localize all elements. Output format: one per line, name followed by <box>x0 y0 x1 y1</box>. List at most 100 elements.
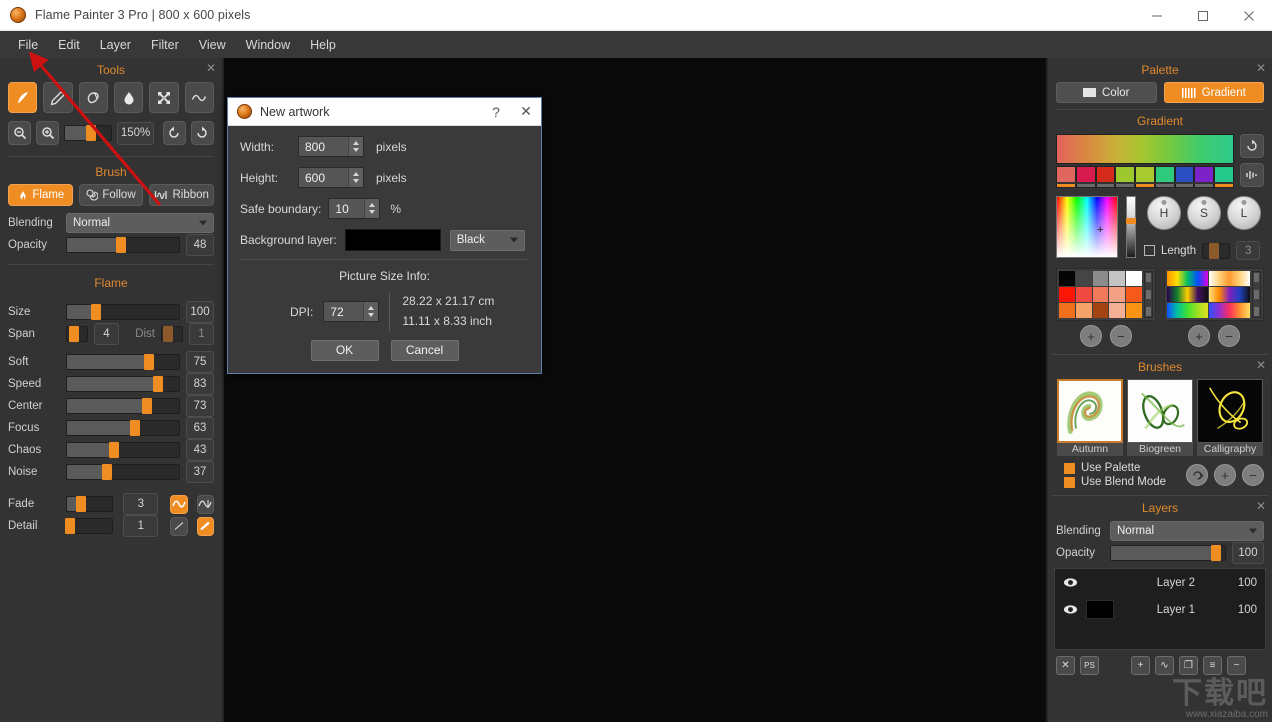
opacity-slider[interactable] <box>66 237 180 253</box>
fade-slider[interactable] <box>66 496 114 512</box>
brush-item-autumn[interactable]: Autumn <box>1057 379 1123 457</box>
add-layer-button[interactable]: + <box>1131 656 1150 675</box>
minimize-button[interactable] <box>1134 0 1180 31</box>
noise-value[interactable]: 37 <box>186 461 214 483</box>
add-brush-button[interactable]: + <box>1214 464 1236 486</box>
eye-icon[interactable] <box>1063 602 1078 617</box>
span-slider[interactable] <box>66 326 88 342</box>
value-bar[interactable] <box>1126 196 1136 258</box>
zoom-in-button[interactable] <box>36 121 60 145</box>
close-icon[interactable]: ✕ <box>1256 358 1266 372</box>
eye-icon[interactable] <box>1063 575 1078 590</box>
dialog-close-button[interactable]: ✕ <box>511 103 541 120</box>
width-stepper-arrows[interactable] <box>348 137 363 156</box>
gradient-swatch[interactable] <box>1209 271 1250 286</box>
dpi-stepper[interactable]: 72 <box>323 301 380 323</box>
color-swatch[interactable] <box>1092 303 1109 318</box>
safe-boundary-stepper-arrows[interactable] <box>364 199 380 218</box>
color-swatch[interactable] <box>1075 271 1092 286</box>
use-blend-mode-row[interactable]: Use Blend Mode <box>1056 475 1186 489</box>
color-swatch[interactable] <box>1109 271 1126 286</box>
gradient-swatch[interactable] <box>1056 166 1076 182</box>
color-swatch[interactable] <box>1109 287 1126 302</box>
gradient-swatch[interactable] <box>1209 303 1250 318</box>
focus-slider[interactable] <box>66 420 180 436</box>
gradient-swatch[interactable] <box>1174 166 1195 182</box>
flame-brush-tool[interactable] <box>8 82 38 113</box>
add-color-button[interactable]: + <box>1080 325 1102 347</box>
reset-gradient-button[interactable] <box>1240 134 1264 158</box>
background-color-swatch[interactable] <box>344 229 441 251</box>
dist-slider[interactable] <box>161 326 183 342</box>
color-swatch[interactable] <box>1059 303 1075 318</box>
color-swatch[interactable] <box>1092 287 1109 302</box>
menu-filter[interactable]: Filter <box>141 34 189 56</box>
delete-layer-button[interactable]: − <box>1227 656 1246 675</box>
remove-brush-button[interactable]: − <box>1242 464 1264 486</box>
menu-layer[interactable]: Layer <box>90 34 141 56</box>
merge-layer-button[interactable]: ≡ <box>1203 656 1222 675</box>
pencil-tool[interactable] <box>43 82 73 113</box>
gradient-swatch[interactable] <box>1167 271 1208 286</box>
use-blend-mode-checkbox[interactable] <box>1064 476 1075 488</box>
height-stepper-arrows[interactable] <box>348 168 363 187</box>
close-icon[interactable]: ✕ <box>1256 499 1266 513</box>
chaos-slider[interactable] <box>66 442 180 458</box>
gradient-swatch-row[interactable] <box>1056 166 1235 182</box>
fade-wave-outline-toggle[interactable] <box>196 494 214 514</box>
height-input[interactable]: 600 <box>299 168 348 187</box>
gradient-swatch-scrollbar[interactable] <box>1252 271 1261 318</box>
brush-mode-ribbon[interactable]: Ribbon <box>149 184 215 206</box>
gradient-swatch[interactable] <box>1135 166 1155 182</box>
length-slider[interactable] <box>1202 242 1231 259</box>
saturation-knob-button[interactable]: S <box>1187 196 1221 230</box>
fade-wave-filled-toggle[interactable] <box>170 494 188 514</box>
brush-mode-follow[interactable]: Follow <box>78 184 144 206</box>
color-swatch[interactable] <box>1059 271 1075 286</box>
zoom-slider[interactable] <box>64 125 113 141</box>
span-value[interactable]: 4 <box>93 323 119 345</box>
gradient-preview-bar[interactable] <box>1056 134 1234 164</box>
length-checkbox[interactable] <box>1144 245 1155 256</box>
dist-value[interactable]: 1 <box>188 323 214 345</box>
hue-saturation-box[interactable]: + <box>1056 196 1118 258</box>
ok-button[interactable]: OK <box>310 339 379 361</box>
speed-value[interactable]: 83 <box>186 373 214 395</box>
remove-gradient-button[interactable]: − <box>1218 325 1240 347</box>
focus-value[interactable]: 63 <box>186 417 214 439</box>
table-row[interactable]: Layer 1 100 <box>1055 596 1265 623</box>
photoshop-export-button[interactable]: PS <box>1080 656 1099 675</box>
eraser-tool[interactable] <box>78 82 108 113</box>
line-thick-toggle[interactable] <box>196 516 214 536</box>
clear-layer-button[interactable]: ✕ <box>1056 656 1075 675</box>
blending-select[interactable]: Normal <box>66 213 214 233</box>
color-swatch[interactable] <box>1126 287 1142 302</box>
size-slider[interactable] <box>66 304 180 320</box>
menu-edit[interactable]: Edit <box>48 34 90 56</box>
safe-boundary-input[interactable]: 10 <box>329 199 364 218</box>
color-swatch[interactable] <box>1092 271 1109 286</box>
color-swatch[interactable] <box>1075 303 1092 318</box>
soft-slider[interactable] <box>66 354 180 370</box>
width-input[interactable]: 800 <box>299 137 348 156</box>
color-swatch[interactable] <box>1126 303 1142 318</box>
duplicate-layer-button[interactable]: ❐ <box>1179 656 1198 675</box>
opacity-value[interactable]: 48 <box>186 234 214 256</box>
gradient-swatch[interactable] <box>1167 303 1208 318</box>
palette-mode-color[interactable]: Color <box>1056 82 1157 103</box>
add-gradient-button[interactable]: + <box>1188 325 1210 347</box>
width-stepper[interactable]: 800 <box>298 136 364 157</box>
layer-blending-select[interactable]: Normal <box>1110 521 1264 541</box>
cancel-button[interactable]: Cancel <box>390 339 459 361</box>
height-stepper[interactable]: 600 <box>298 167 364 188</box>
center-slider[interactable] <box>66 398 180 414</box>
gradient-swatch[interactable] <box>1194 166 1215 182</box>
rotate-left-button[interactable] <box>162 121 186 145</box>
gradient-swatch[interactable] <box>1075 166 1096 182</box>
chaos-value[interactable]: 43 <box>186 439 214 461</box>
color-swatch[interactable] <box>1126 271 1142 286</box>
close-button[interactable] <box>1226 0 1272 31</box>
smudge-tool[interactable] <box>113 82 144 113</box>
dialog-help-button[interactable]: ? <box>481 104 511 120</box>
hue-knob-button[interactable]: H <box>1147 196 1181 230</box>
